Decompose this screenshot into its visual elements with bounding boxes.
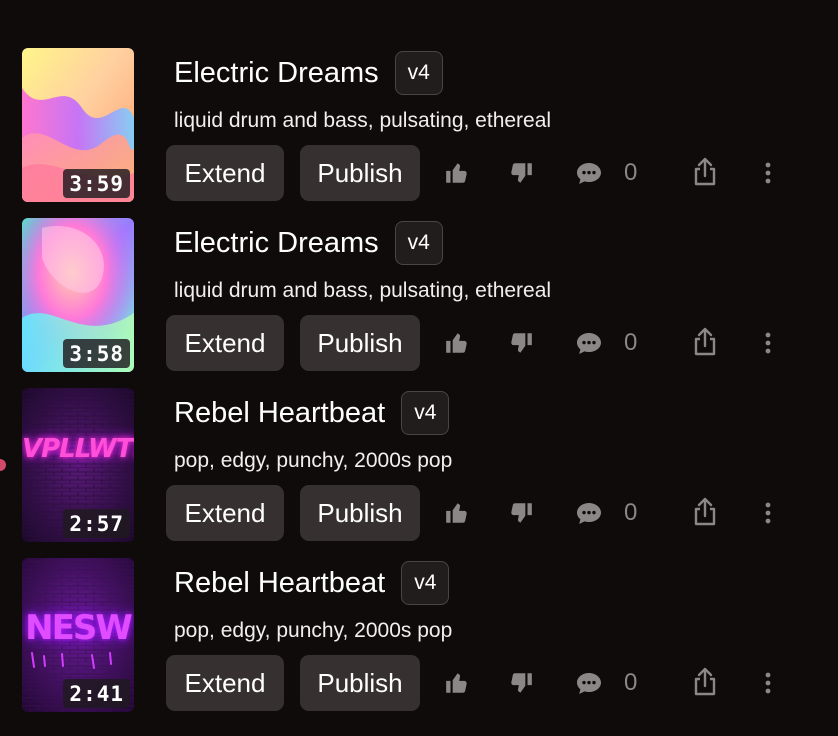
- comment-icon[interactable]: [571, 665, 607, 701]
- song-list: 3:59 Electric Dreams v4 liquid drum and …: [0, 0, 838, 736]
- title-group: Rebel Heartbeat v4: [174, 390, 450, 436]
- cover-art-graffiti-text: VPLLWT!: [22, 434, 134, 464]
- cover-thumbnail[interactable]: NESW 2:41: [22, 558, 134, 712]
- share-icon[interactable]: [687, 664, 723, 700]
- publish-button[interactable]: Publish: [300, 655, 420, 711]
- action-bar: Extend Publish: [166, 655, 420, 711]
- song-title[interactable]: Electric Dreams: [174, 50, 379, 96]
- comment-count: 0: [624, 669, 638, 696]
- thumbs-up-icon[interactable]: [439, 665, 475, 701]
- song-title[interactable]: Rebel Heartbeat: [174, 560, 385, 606]
- version-badge: v4: [394, 221, 443, 265]
- version-badge: v4: [401, 391, 450, 435]
- song-tags: liquid drum and bass, pulsating, etherea…: [174, 279, 552, 302]
- song-row[interactable]: NESW 2:41 Rebel Heartbeat v4 pop, edgy, …: [0, 510, 838, 712]
- title-group: Electric Dreams v4: [174, 220, 443, 266]
- song-row[interactable]: 3:58 Electric Dreams v4 liquid drum and …: [0, 170, 838, 372]
- song-row[interactable]: VPLLWT! 2:57 Rebel Heartbeat v4 pop, edg…: [0, 340, 838, 542]
- more-vertical-icon[interactable]: [750, 665, 786, 701]
- song-tags: pop, edgy, punchy, 2000s pop: [174, 619, 453, 642]
- cover-art-graffiti-text: NESW: [25, 608, 133, 648]
- title-group: Rebel Heartbeat v4: [174, 560, 450, 606]
- thumbs-down-icon[interactable]: [503, 665, 539, 701]
- song-tags: liquid drum and bass, pulsating, etherea…: [174, 109, 552, 132]
- duration-label: 2:41: [63, 679, 130, 708]
- song-title[interactable]: Electric Dreams: [174, 220, 379, 266]
- extend-button[interactable]: Extend: [166, 655, 284, 711]
- title-group: Electric Dreams v4: [174, 50, 443, 96]
- song-title[interactable]: Rebel Heartbeat: [174, 390, 385, 436]
- version-badge: v4: [401, 561, 450, 605]
- song-row[interactable]: 3:59 Electric Dreams v4 liquid drum and …: [0, 0, 838, 202]
- now-playing-indicator: [0, 459, 6, 471]
- song-tags: pop, edgy, punchy, 2000s pop: [174, 449, 453, 472]
- version-badge: v4: [394, 51, 443, 95]
